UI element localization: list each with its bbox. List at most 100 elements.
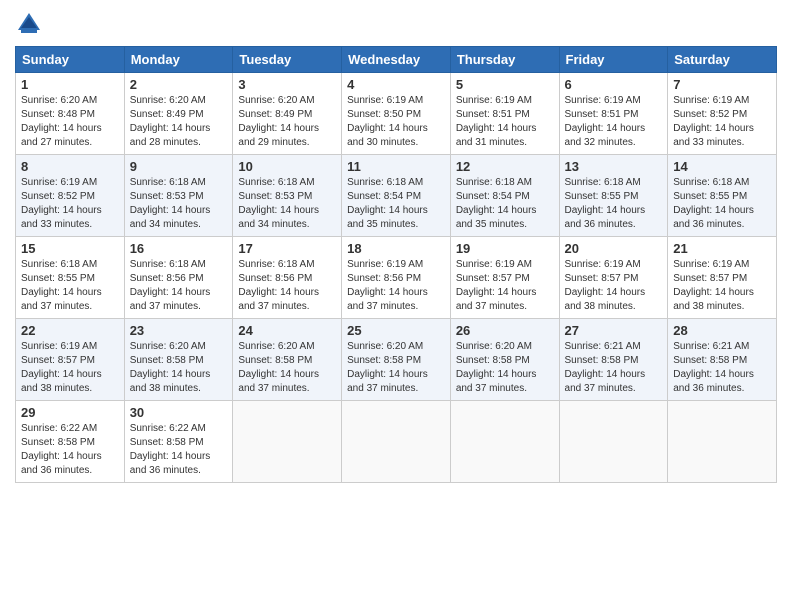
sunset-label: Sunset: 8:58 PM xyxy=(130,355,204,366)
day-number: 7 xyxy=(673,77,771,92)
daylight-label: Daylight: 14 hours and 31 minutes. xyxy=(456,123,537,148)
daylight-label: Daylight: 14 hours and 38 minutes. xyxy=(21,369,102,394)
daylight-label: Daylight: 14 hours and 37 minutes. xyxy=(347,287,428,312)
calendar-cell: 29 Sunrise: 6:22 AM Sunset: 8:58 PM Dayl… xyxy=(16,401,125,483)
sunrise-label: Sunrise: 6:22 AM xyxy=(21,423,97,434)
calendar-week-row: 22 Sunrise: 6:19 AM Sunset: 8:57 PM Dayl… xyxy=(16,319,777,401)
calendar-cell: 28 Sunrise: 6:21 AM Sunset: 8:58 PM Dayl… xyxy=(668,319,777,401)
sunrise-label: Sunrise: 6:18 AM xyxy=(347,177,423,188)
daylight-label: Daylight: 14 hours and 36 minutes. xyxy=(565,205,646,230)
cell-content: Sunrise: 6:21 AM Sunset: 8:58 PM Dayligh… xyxy=(673,340,771,396)
calendar-cell xyxy=(668,401,777,483)
day-number: 19 xyxy=(456,241,554,256)
day-number: 5 xyxy=(456,77,554,92)
sunset-label: Sunset: 8:58 PM xyxy=(130,437,204,448)
day-number: 24 xyxy=(238,323,336,338)
day-header-tuesday: Tuesday xyxy=(233,47,342,73)
cell-content: Sunrise: 6:19 AM Sunset: 8:52 PM Dayligh… xyxy=(21,176,119,232)
day-number: 27 xyxy=(565,323,663,338)
day-number: 4 xyxy=(347,77,445,92)
sunset-label: Sunset: 8:54 PM xyxy=(456,191,530,202)
day-number: 2 xyxy=(130,77,228,92)
daylight-label: Daylight: 14 hours and 33 minutes. xyxy=(21,205,102,230)
calendar-cell: 30 Sunrise: 6:22 AM Sunset: 8:58 PM Dayl… xyxy=(124,401,233,483)
calendar-cell: 13 Sunrise: 6:18 AM Sunset: 8:55 PM Dayl… xyxy=(559,155,668,237)
cell-content: Sunrise: 6:20 AM Sunset: 8:49 PM Dayligh… xyxy=(238,94,336,150)
day-number: 26 xyxy=(456,323,554,338)
day-number: 8 xyxy=(21,159,119,174)
day-number: 20 xyxy=(565,241,663,256)
calendar-cell: 20 Sunrise: 6:19 AM Sunset: 8:57 PM Dayl… xyxy=(559,237,668,319)
sunset-label: Sunset: 8:51 PM xyxy=(565,109,639,120)
calendar-cell: 5 Sunrise: 6:19 AM Sunset: 8:51 PM Dayli… xyxy=(450,73,559,155)
sunrise-label: Sunrise: 6:19 AM xyxy=(456,259,532,270)
calendar-week-row: 8 Sunrise: 6:19 AM Sunset: 8:52 PM Dayli… xyxy=(16,155,777,237)
calendar-week-row: 15 Sunrise: 6:18 AM Sunset: 8:55 PM Dayl… xyxy=(16,237,777,319)
daylight-label: Daylight: 14 hours and 34 minutes. xyxy=(238,205,319,230)
sunset-label: Sunset: 8:52 PM xyxy=(21,191,95,202)
day-number: 25 xyxy=(347,323,445,338)
calendar-cell: 24 Sunrise: 6:20 AM Sunset: 8:58 PM Dayl… xyxy=(233,319,342,401)
cell-content: Sunrise: 6:19 AM Sunset: 8:57 PM Dayligh… xyxy=(673,258,771,314)
cell-content: Sunrise: 6:20 AM Sunset: 8:58 PM Dayligh… xyxy=(130,340,228,396)
calendar-week-row: 29 Sunrise: 6:22 AM Sunset: 8:58 PM Dayl… xyxy=(16,401,777,483)
sunrise-label: Sunrise: 6:19 AM xyxy=(673,95,749,106)
calendar-cell: 27 Sunrise: 6:21 AM Sunset: 8:58 PM Dayl… xyxy=(559,319,668,401)
cell-content: Sunrise: 6:19 AM Sunset: 8:56 PM Dayligh… xyxy=(347,258,445,314)
sunset-label: Sunset: 8:57 PM xyxy=(673,273,747,284)
cell-content: Sunrise: 6:18 AM Sunset: 8:55 PM Dayligh… xyxy=(565,176,663,232)
day-number: 21 xyxy=(673,241,771,256)
daylight-label: Daylight: 14 hours and 37 minutes. xyxy=(238,369,319,394)
day-number: 28 xyxy=(673,323,771,338)
sunrise-label: Sunrise: 6:18 AM xyxy=(673,177,749,188)
sunset-label: Sunset: 8:49 PM xyxy=(130,109,204,120)
calendar-table: SundayMondayTuesdayWednesdayThursdayFrid… xyxy=(15,46,777,483)
calendar-cell: 3 Sunrise: 6:20 AM Sunset: 8:49 PM Dayli… xyxy=(233,73,342,155)
sunrise-label: Sunrise: 6:20 AM xyxy=(21,95,97,106)
calendar-cell: 9 Sunrise: 6:18 AM Sunset: 8:53 PM Dayli… xyxy=(124,155,233,237)
calendar-cell: 2 Sunrise: 6:20 AM Sunset: 8:49 PM Dayli… xyxy=(124,73,233,155)
sunrise-label: Sunrise: 6:19 AM xyxy=(673,259,749,270)
daylight-label: Daylight: 14 hours and 37 minutes. xyxy=(565,369,646,394)
cell-content: Sunrise: 6:19 AM Sunset: 8:57 PM Dayligh… xyxy=(456,258,554,314)
sunrise-label: Sunrise: 6:19 AM xyxy=(347,259,423,270)
sunrise-label: Sunrise: 6:18 AM xyxy=(238,259,314,270)
sunset-label: Sunset: 8:55 PM xyxy=(565,191,639,202)
daylight-label: Daylight: 14 hours and 33 minutes. xyxy=(673,123,754,148)
day-number: 23 xyxy=(130,323,228,338)
day-number: 13 xyxy=(565,159,663,174)
daylight-label: Daylight: 14 hours and 37 minutes. xyxy=(238,287,319,312)
cell-content: Sunrise: 6:20 AM Sunset: 8:58 PM Dayligh… xyxy=(456,340,554,396)
cell-content: Sunrise: 6:19 AM Sunset: 8:57 PM Dayligh… xyxy=(565,258,663,314)
day-number: 12 xyxy=(456,159,554,174)
daylight-label: Daylight: 14 hours and 32 minutes. xyxy=(565,123,646,148)
sunrise-label: Sunrise: 6:21 AM xyxy=(673,341,749,352)
cell-content: Sunrise: 6:22 AM Sunset: 8:58 PM Dayligh… xyxy=(130,422,228,478)
daylight-label: Daylight: 14 hours and 28 minutes. xyxy=(130,123,211,148)
cell-content: Sunrise: 6:20 AM Sunset: 8:48 PM Dayligh… xyxy=(21,94,119,150)
daylight-label: Daylight: 14 hours and 35 minutes. xyxy=(456,205,537,230)
daylight-label: Daylight: 14 hours and 27 minutes. xyxy=(21,123,102,148)
sunset-label: Sunset: 8:58 PM xyxy=(673,355,747,366)
calendar-cell: 10 Sunrise: 6:18 AM Sunset: 8:53 PM Dayl… xyxy=(233,155,342,237)
cell-content: Sunrise: 6:18 AM Sunset: 8:53 PM Dayligh… xyxy=(238,176,336,232)
calendar-cell: 23 Sunrise: 6:20 AM Sunset: 8:58 PM Dayl… xyxy=(124,319,233,401)
day-header-friday: Friday xyxy=(559,47,668,73)
daylight-label: Daylight: 14 hours and 37 minutes. xyxy=(456,369,537,394)
day-number: 22 xyxy=(21,323,119,338)
sunset-label: Sunset: 8:54 PM xyxy=(347,191,421,202)
sunset-label: Sunset: 8:49 PM xyxy=(238,109,312,120)
sunrise-label: Sunrise: 6:20 AM xyxy=(347,341,423,352)
sunset-label: Sunset: 8:58 PM xyxy=(238,355,312,366)
daylight-label: Daylight: 14 hours and 36 minutes. xyxy=(673,369,754,394)
header xyxy=(15,10,777,38)
sunset-label: Sunset: 8:57 PM xyxy=(565,273,639,284)
sunrise-label: Sunrise: 6:20 AM xyxy=(130,341,206,352)
sunrise-label: Sunrise: 6:19 AM xyxy=(565,259,641,270)
day-number: 1 xyxy=(21,77,119,92)
calendar-cell: 14 Sunrise: 6:18 AM Sunset: 8:55 PM Dayl… xyxy=(668,155,777,237)
page: SundayMondayTuesdayWednesdayThursdayFrid… xyxy=(0,0,792,612)
day-header-saturday: Saturday xyxy=(668,47,777,73)
daylight-label: Daylight: 14 hours and 38 minutes. xyxy=(673,287,754,312)
sunset-label: Sunset: 8:58 PM xyxy=(347,355,421,366)
